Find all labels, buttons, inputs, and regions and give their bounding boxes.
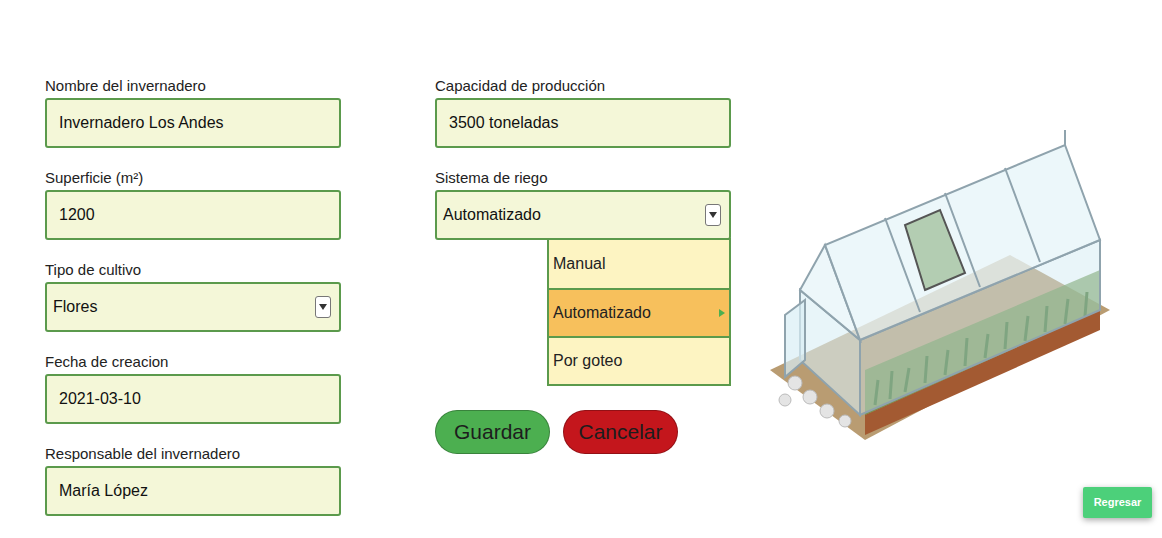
back-button[interactable]: Regresar — [1083, 487, 1152, 518]
dropdown-menu: Manual Automatizado Por goteo — [547, 238, 731, 386]
cancel-button[interactable]: Cancelar — [563, 410, 678, 454]
field-label: Sistema de riego — [435, 169, 731, 187]
greenhouse-icon — [765, 115, 1110, 440]
form-group: Tipo de cultivo Flores — [45, 261, 341, 332]
form-group: Superficie (m²) 1200 — [45, 169, 341, 240]
option-label: Manual — [553, 252, 605, 276]
field-label: Nombre del invernadero — [45, 77, 341, 95]
field-value: Automatizado — [437, 203, 541, 227]
button-label: Regresar — [1094, 494, 1142, 511]
field-value: 3500 toneladas — [437, 111, 558, 135]
option-label: Por goteo — [553, 349, 622, 373]
button-label: Cancelar — [578, 416, 662, 448]
selected-arrow-icon — [719, 309, 725, 317]
field-label: Superficie (m²) — [45, 169, 341, 187]
button-label: Guardar — [454, 416, 531, 448]
field-value: Invernadero Los Andes — [47, 111, 224, 135]
action-buttons: Guardar Cancelar — [435, 410, 731, 454]
text-field[interactable]: 2021-03-10 — [45, 374, 341, 424]
text-field[interactable]: 3500 toneladas — [435, 98, 731, 148]
dropdown-option[interactable]: Automatizado — [549, 288, 729, 336]
form-group: Sistema de riego AutomatizadoManualAutoma… — [435, 169, 731, 240]
save-button[interactable]: Guardar — [435, 410, 550, 454]
field-value: 2021-03-10 — [47, 387, 141, 411]
field-value: 1200 — [47, 203, 95, 227]
option-label: Automatizado — [553, 301, 651, 325]
field-label: Responsable del invernadero — [45, 445, 341, 463]
field-label: Fecha de creacion — [45, 353, 341, 371]
form-group: Capacidad de producción 3500 toneladas — [435, 77, 731, 148]
text-field[interactable]: 1200 — [45, 190, 341, 240]
form-group: Nombre del invernadero Invernadero Los An… — [45, 77, 341, 148]
dropdown-toggle-icon[interactable] — [705, 204, 721, 226]
field-value: María López — [47, 479, 148, 503]
select-field[interactable]: Flores — [45, 282, 341, 332]
dropdown-option[interactable]: Manual — [549, 240, 729, 288]
form-group: Fecha de creacion 2021-03-10 — [45, 353, 341, 424]
dropdown-toggle-icon[interactable] — [315, 296, 331, 318]
greenhouse-illustration — [765, 115, 1110, 516]
select-field[interactable]: AutomatizadoManualAutomatizadoPor goteo — [435, 190, 731, 240]
dropdown-option[interactable]: Por goteo — [549, 336, 729, 384]
field-label: Tipo de cultivo — [45, 261, 341, 279]
form-group: Responsable del invernadero María López — [45, 445, 341, 516]
text-field[interactable]: Invernadero Los Andes — [45, 98, 341, 148]
text-field[interactable]: María López — [45, 466, 341, 516]
field-label: Capacidad de producción — [435, 77, 731, 95]
field-value: Flores — [47, 295, 97, 319]
